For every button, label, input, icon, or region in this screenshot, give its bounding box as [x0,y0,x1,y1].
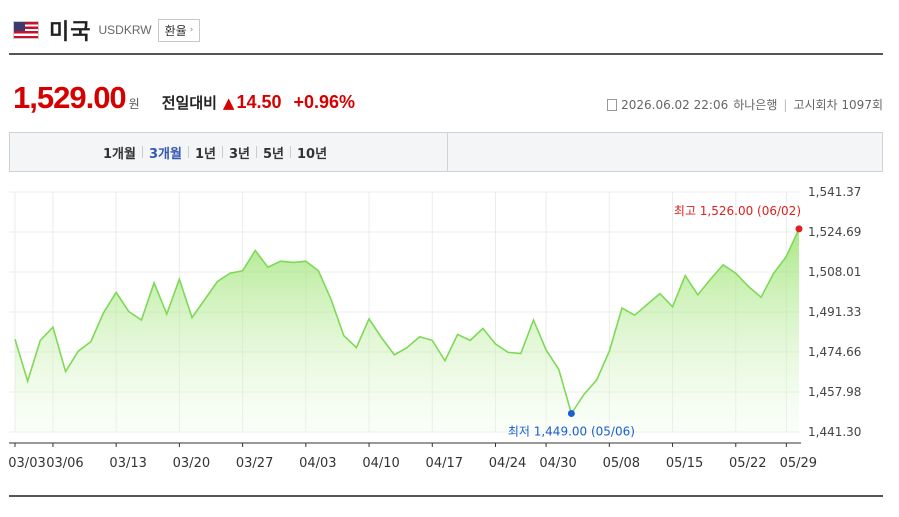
y-tick-label: 1,508.01 [808,265,861,279]
x-tick-label: 03/20 [173,456,210,471]
y-tick-label: 1,457.98 [808,385,861,399]
x-tick-label: 05/22 [729,456,766,471]
y-tick-label: 1,541.37 [808,185,861,199]
area-fill [15,228,799,432]
high-point-marker [795,225,803,233]
y-tick-label: 1,474.66 [808,345,861,359]
footer-divider [9,495,883,497]
x-tick-label: 05/08 [603,456,640,471]
x-tick-label: 03/06 [46,456,83,471]
x-tick-label: 04/10 [362,456,399,471]
high-point-label: 최고 1,526.00 (06/02) [674,204,801,218]
x-tick-label: 03/27 [236,456,273,471]
x-tick-label: 04/17 [426,456,463,471]
x-tick-label: 04/30 [539,456,576,471]
y-tick-label: 1,441.30 [808,425,861,439]
x-tick-label: 04/03 [299,456,336,471]
low-point-label: 최저 1,449.00 (05/06) [508,425,635,439]
x-tick-label: 05/29 [780,456,817,471]
exchange-rate-chart: 1,541.37 1,524.69 1,508.01 1,491.33 1,474.66… [8,185,861,471]
y-tick-label: 1,491.33 [808,305,861,319]
low-point-marker [567,410,575,418]
x-tick-label: 04/24 [489,456,526,471]
x-tick-label: 03/03 [8,456,45,471]
x-tick-label: 03/13 [109,456,146,471]
x-tick-label: 05/15 [666,456,703,471]
y-tick-label: 1,524.69 [808,225,861,239]
